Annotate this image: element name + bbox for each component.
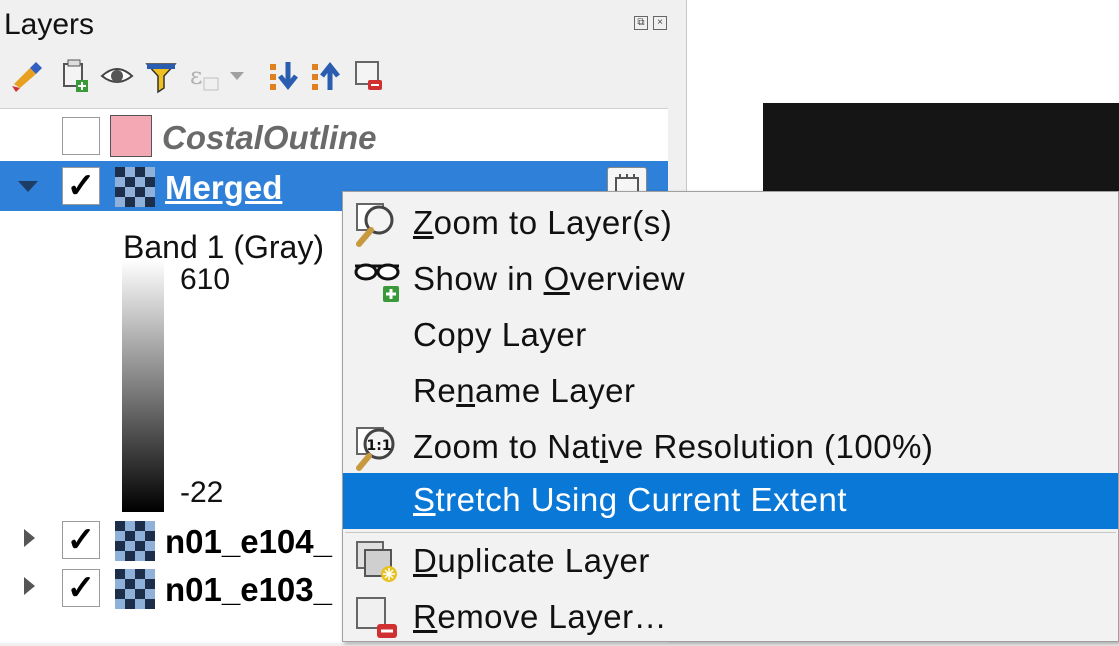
expand-all-icon[interactable] xyxy=(268,58,302,94)
label-post: uplicate Layer xyxy=(437,542,650,579)
svg-text:1:1: 1:1 xyxy=(366,438,391,454)
layer-name: CostalOutline xyxy=(162,119,377,156)
style-brush-icon[interactable] xyxy=(10,58,44,94)
expand-arrow-icon[interactable] xyxy=(24,529,35,547)
label-mnemonic: R xyxy=(413,598,438,635)
remove-layer-icon[interactable] xyxy=(352,58,386,94)
menu-item-label: Show in Overview xyxy=(413,260,685,298)
raster-layer-icon xyxy=(115,569,155,609)
menu-separator xyxy=(345,532,1116,533)
menu-item-zoom-to-layer[interactable]: Zoom to Layer(s) xyxy=(343,196,1118,252)
raster-layer-icon xyxy=(115,521,155,561)
layer-row-costaloutline[interactable]: CostalOutline xyxy=(0,111,668,161)
label-mnemonic: n xyxy=(456,372,476,409)
layer-visibility-checkbox[interactable]: ✓ xyxy=(62,521,100,559)
duplicate-layer-icon xyxy=(356,541,397,582)
add-group-icon[interactable] xyxy=(58,58,92,94)
zoom-native-icon: 1:1 xyxy=(356,427,395,471)
layer-visibility-checkbox[interactable]: ✓ xyxy=(62,569,100,607)
layer-context-menu: Zoom to Layer(s) Show in Overview Copy L… xyxy=(342,191,1119,642)
layer-name: n01_e103_ xyxy=(165,571,332,608)
menu-item-label: Remove Layer… xyxy=(413,598,667,636)
raster-layer-icon xyxy=(115,167,155,207)
menu-item-label: Stretch Using Current Extent xyxy=(413,481,847,519)
layer-name: Merged xyxy=(165,169,283,206)
legend-max-value: 610 xyxy=(180,263,231,296)
label-post: ame Layer xyxy=(475,372,636,409)
menu-item-label: Duplicate Layer xyxy=(413,542,650,580)
menu-item-rename-layer[interactable]: Rename Layer xyxy=(343,364,1118,420)
polygon-symbol-icon xyxy=(110,115,152,157)
collapse-all-icon[interactable] xyxy=(310,58,344,94)
legend-gradient xyxy=(122,260,164,512)
label-mnemonic: Z xyxy=(413,204,434,241)
menu-item-label: Zoom to Native Resolution (100%) xyxy=(413,428,933,466)
svg-text:ε: ε xyxy=(190,62,202,90)
layer-visibility-checkbox[interactable] xyxy=(62,117,100,155)
label-mnemonic: D xyxy=(413,542,438,579)
close-panel-button[interactable]: × xyxy=(653,16,667,30)
layer-visibility-checkbox[interactable]: ✓ xyxy=(62,167,100,205)
label-post: emove Layer… xyxy=(437,598,668,635)
label-post: ve Resolution (100%) xyxy=(607,428,934,465)
layers-toolbar: ε xyxy=(10,58,390,98)
menu-item-show-in-overview[interactable]: Show in Overview xyxy=(343,252,1118,308)
label-mnemonic: S xyxy=(413,481,436,518)
zoom-layer-icon xyxy=(356,203,394,247)
menu-item-label: Zoom to Layer(s) xyxy=(413,204,672,242)
menu-item-duplicate-layer[interactable]: Duplicate Layer xyxy=(343,534,1118,590)
collapse-arrow-icon[interactable] xyxy=(18,181,38,192)
label-post: tretch Using Current Extent xyxy=(435,481,848,518)
label-mnemonic: O xyxy=(543,260,570,297)
float-panel-button[interactable]: ⧉ xyxy=(634,16,648,30)
remove-layer-icon xyxy=(356,597,397,638)
menu-item-copy-layer[interactable]: Copy Layer xyxy=(343,308,1118,364)
label-post: oom to Layer(s) xyxy=(433,204,673,241)
filter-icon[interactable] xyxy=(144,58,178,94)
menu-item-remove-layer[interactable]: Remove Layer… xyxy=(343,590,1118,646)
menu-item-label: Rename Layer xyxy=(413,372,635,410)
expand-arrow-icon[interactable] xyxy=(24,577,35,595)
label-pre: Copy Layer xyxy=(413,316,587,353)
menu-item-label: Copy Layer xyxy=(413,316,587,354)
menu-item-stretch-current-extent[interactable]: Stretch Using Current Extent xyxy=(343,473,1118,529)
panel-title: Layers xyxy=(4,8,95,41)
expression-filter-icon[interactable]: ε xyxy=(188,58,258,94)
label-pre: Show in xyxy=(413,260,544,297)
layer-name: n01_e104_ xyxy=(165,523,332,560)
label-pre: Zoom to Nat xyxy=(413,428,601,465)
menu-item-zoom-native-resolution[interactable]: 1:1 Zoom to Native Resolution (100%) xyxy=(343,420,1118,476)
legend-min-value: -22 xyxy=(180,476,224,509)
label-post: verview xyxy=(569,260,686,297)
label-mnemonic: i xyxy=(600,428,608,465)
label-pre: Re xyxy=(413,372,457,409)
overview-glasses-icon xyxy=(354,263,400,302)
eye-icon[interactable] xyxy=(100,58,134,94)
